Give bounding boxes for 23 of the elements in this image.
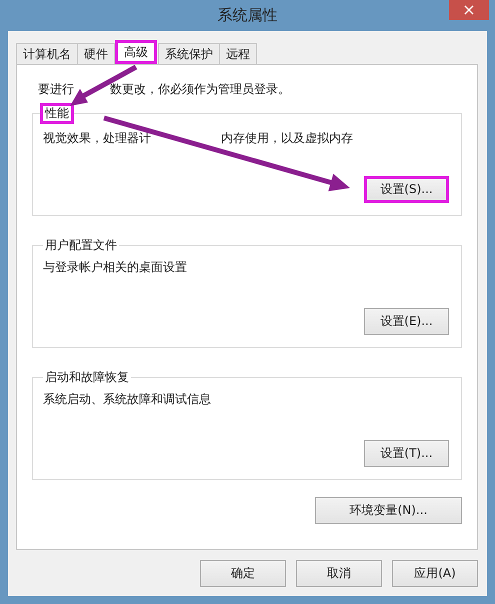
- tab[interactable]: 远程: [219, 43, 257, 64]
- group-description: 视觉效果，处理器计: [43, 130, 151, 147]
- group-title: 性能: [40, 103, 74, 124]
- settings-button[interactable]: 设置(T)...: [364, 440, 449, 467]
- group-description: 内存使用，以及虚拟内存: [221, 130, 353, 147]
- dialog-button[interactable]: 确定: [200, 560, 286, 587]
- group-title: 用户配置文件: [43, 238, 119, 253]
- window-title: 系统属性: [218, 6, 278, 25]
- notice-text: 要进行: [38, 81, 74, 98]
- dialog-button[interactable]: 取消: [296, 560, 382, 587]
- tab[interactable]: 高级: [115, 40, 157, 64]
- group-description: 系统启动、系统故障和调试信息: [43, 391, 211, 408]
- close-button[interactable]: ×: [449, 0, 489, 20]
- dialog-button[interactable]: 应用(A): [392, 560, 478, 587]
- tab[interactable]: 系统保护: [158, 43, 220, 64]
- group-title: 启动和故障恢复: [43, 370, 131, 385]
- tab[interactable]: 硬件: [77, 43, 115, 64]
- notice-text: 数更改，你必须作为管理员登录。: [110, 81, 290, 98]
- group-description: 与登录帐户相关的桌面设置: [43, 259, 187, 276]
- tab[interactable]: 计算机名: [16, 43, 78, 64]
- settings-button[interactable]: 设置(S)...: [364, 176, 449, 203]
- settings-button[interactable]: 设置(E)...: [364, 308, 449, 335]
- environment-variables-button[interactable]: 环境变量(N)...: [315, 497, 462, 524]
